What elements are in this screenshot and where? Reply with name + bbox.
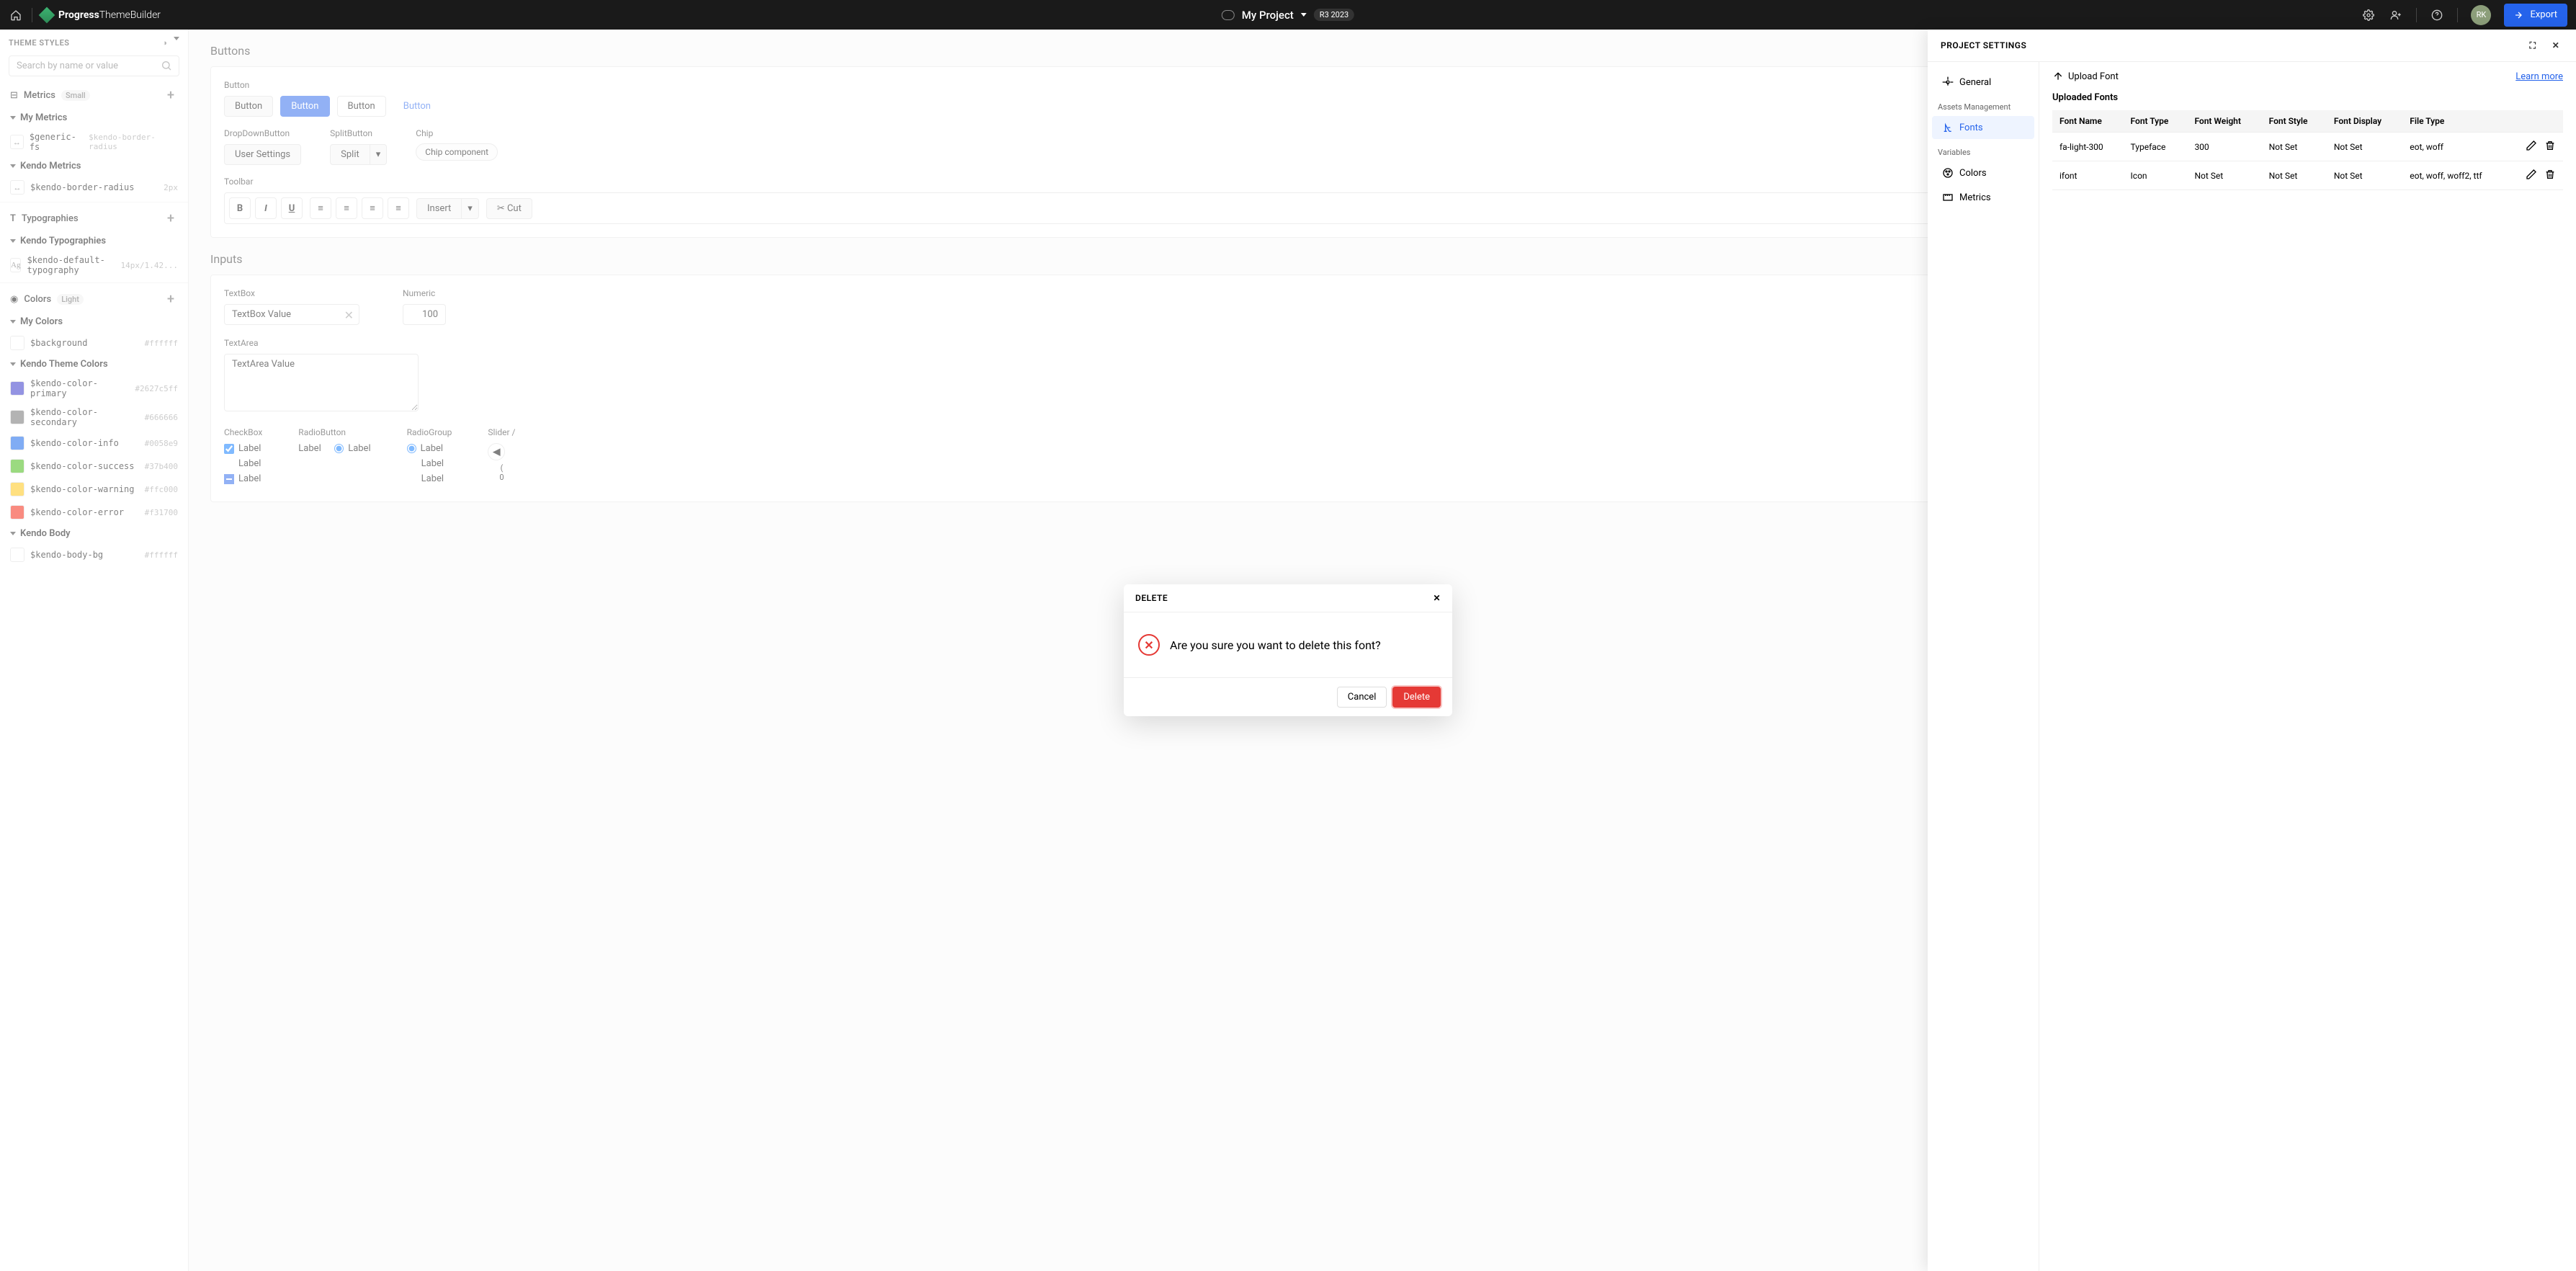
error-icon: ✕ <box>1138 634 1160 656</box>
close-icon[interactable]: ✕ <box>1433 593 1441 603</box>
home-icon[interactable] <box>9 8 23 22</box>
cloud-offline-icon <box>1222 10 1235 20</box>
brand-bold: Progress <box>58 9 99 21</box>
cancel-button[interactable]: Cancel <box>1337 687 1387 708</box>
chevron-down-icon <box>1301 13 1307 17</box>
version-badge: R3 2023 <box>1314 9 1354 21</box>
divider <box>2457 8 2458 22</box>
help-icon[interactable] <box>2430 8 2444 22</box>
export-label: Export <box>2530 9 2557 20</box>
modal-message: Are you sure you want to delete this fon… <box>1170 638 1381 652</box>
export-button[interactable]: Export <box>2504 4 2567 27</box>
brand-light: ThemeBuilder <box>99 9 161 21</box>
gear-icon[interactable] <box>2361 8 2376 22</box>
add-user-icon[interactable] <box>2389 8 2403 22</box>
modal-overlay: DELETE ✕ ✕ Are you sure you want to dele… <box>0 30 2576 1271</box>
top-nav: ProgressThemeBuilder My Project R3 2023 … <box>0 0 2576 30</box>
divider <box>2416 8 2417 22</box>
modal-title: DELETE <box>1135 593 1168 603</box>
avatar[interactable]: RK <box>2471 5 2491 25</box>
delete-button[interactable]: Delete <box>1392 687 1441 708</box>
brand-logo[interactable]: ProgressThemeBuilder <box>41 9 161 21</box>
project-name: My Project <box>1242 9 1294 22</box>
project-selector[interactable]: My Project R3 2023 <box>1222 9 1354 22</box>
logo-mark-icon <box>39 6 55 23</box>
delete-modal: DELETE ✕ ✕ Are you sure you want to dele… <box>1124 584 1452 716</box>
